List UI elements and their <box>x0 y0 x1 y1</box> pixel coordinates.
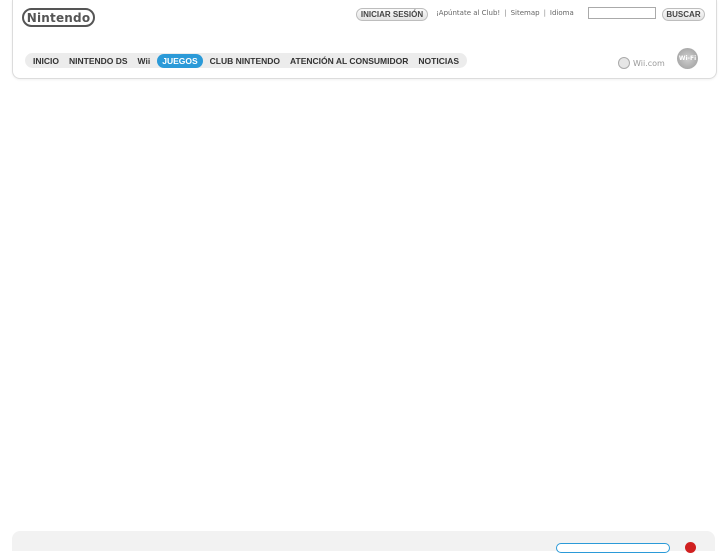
login-button[interactable]: INICIAR SESIÓN <box>356 8 428 21</box>
sitemap-link[interactable]: Sitemap <box>511 9 540 17</box>
tab-inicio[interactable]: INICIO <box>28 54 64 68</box>
page-footer <box>12 531 715 553</box>
wifi-badge-icon[interactable]: Wi-Fi <box>677 48 698 69</box>
top-links: ¡Apúntate al Club! | Sitemap | Idioma <box>436 9 574 17</box>
site-header: Nintendo INICIAR SESIÓN ¡Apúntate al Clu… <box>12 0 717 79</box>
globe-icon <box>618 57 630 69</box>
wii-com-label: Wii.com <box>633 58 665 68</box>
wii-com-link[interactable]: Wii.com <box>618 57 665 69</box>
tab-wii[interactable]: Wii <box>133 54 156 68</box>
tab-atencion-consumidor[interactable]: ATENCIÓN AL CONSUMIDOR <box>285 54 413 68</box>
tab-nintendo-ds[interactable]: NINTENDO DS <box>64 54 133 68</box>
wifi-badge-text: Wi-Fi <box>678 55 697 62</box>
nintendo-logo[interactable]: Nintendo <box>22 8 95 27</box>
link-separator: | <box>543 9 546 17</box>
footer-dot-icon[interactable] <box>685 542 696 553</box>
tab-juegos[interactable]: JUEGOS <box>157 53 203 68</box>
tab-club-nintendo[interactable]: CLUB NINTENDO <box>205 54 285 68</box>
search-input[interactable] <box>588 7 656 19</box>
main-nav: INICIO NINTENDO DS Wii JUEGOS CLUB NINTE… <box>25 53 468 68</box>
logo-text: Nintendo <box>26 10 91 25</box>
language-link[interactable]: Idioma <box>550 9 574 17</box>
search-button[interactable]: BUSCAR <box>662 8 705 21</box>
tab-noticias[interactable]: NOTICIAS <box>413 54 464 68</box>
link-separator: | <box>504 9 507 17</box>
join-club-link[interactable]: ¡Apúntate al Club! <box>436 9 500 17</box>
